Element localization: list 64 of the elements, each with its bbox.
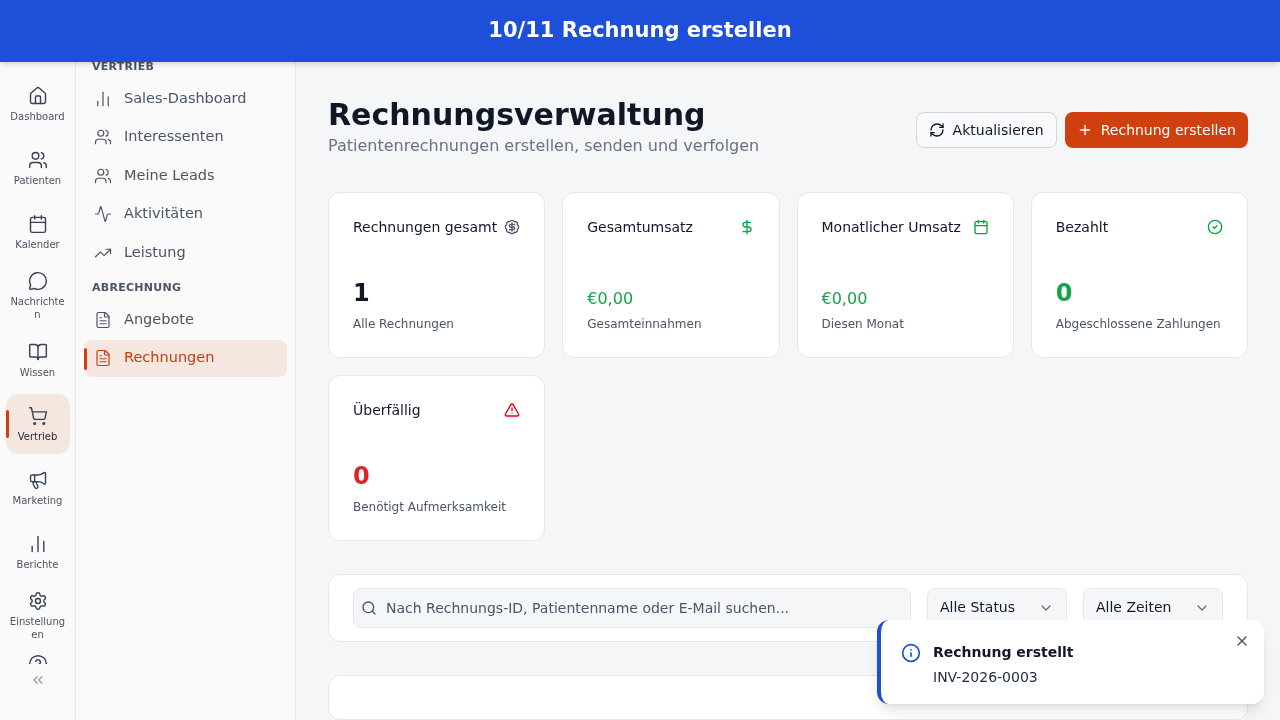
section-heading: ABRECHNUNG — [91, 283, 183, 293]
document-icon — [94, 349, 112, 367]
search-icon — [361, 599, 377, 616]
rail-item[interactable]: Berichte — [5, 522, 70, 582]
stat-title: Monatlicher Umsatz — [821, 218, 961, 237]
sidebar-item[interactable]: Sales-Dashboard — [84, 80, 287, 117]
active-indicator — [84, 347, 87, 370]
stat-value: 0 — [1055, 278, 1074, 309]
stat-caption: Abgeschlossene Zahlungen — [1055, 316, 1222, 333]
calendar-icon — [972, 219, 989, 235]
active-indicator — [5, 410, 9, 438]
calendar-icon — [27, 213, 48, 234]
rail-item[interactable]: Marketing — [5, 458, 70, 518]
rail-item[interactable]: Einstellungen — [5, 586, 70, 646]
stat-value: €0,00 — [821, 288, 869, 310]
create-invoice-button[interactable]: Rechnung erstellen — [1064, 112, 1248, 148]
sidebar-item[interactable]: Meine Leads — [84, 157, 287, 194]
toast-message: INV-2026-0003 — [933, 668, 1039, 687]
megaphone-icon — [27, 469, 48, 490]
dollar-badge-icon — [504, 219, 521, 235]
toast-title: Rechnung erstellt — [933, 643, 1074, 662]
search-field[interactable]: Nach Rechnungs-ID, Patientenname oder E-Mail suchen... — [353, 587, 911, 628]
check-circle-icon — [1207, 219, 1223, 235]
stat-caption: Gesamteinnahmen — [587, 316, 703, 333]
users-icon — [94, 128, 112, 146]
book-icon — [27, 341, 48, 362]
page-title: Rechnungsverwaltung — [328, 96, 707, 134]
settings-icon — [27, 591, 48, 611]
stat-caption: Alle Rechnungen — [353, 316, 455, 333]
stat-title: Rechnungen gesamt — [353, 218, 498, 237]
users-icon — [27, 149, 48, 170]
stat-value: 0 — [353, 461, 371, 492]
rail-item[interactable]: Patienten — [5, 138, 70, 198]
refresh-icon — [928, 122, 945, 138]
sidebar-item[interactable]: Aktivitäten — [84, 195, 287, 233]
document-icon — [94, 310, 112, 329]
stat-title: Überfällig — [353, 401, 421, 420]
info-icon — [901, 643, 921, 663]
banner-title: 10/11 Rechnung erstellen — [488, 17, 792, 45]
stat-value: 1 — [353, 278, 371, 309]
stat-caption: Diesen Monat — [821, 316, 905, 333]
stat-value: €0,00 — [587, 288, 635, 310]
stat-title: Bezahlt — [1055, 218, 1109, 237]
house-icon — [27, 85, 48, 106]
stat-title: Gesamtumsatz — [587, 218, 693, 237]
rail-item[interactable]: Vertrieb — [5, 394, 70, 454]
stat-caption: Benötigt Aufmerksamkeit — [353, 499, 507, 516]
section-heading: VERTRIEB — [91, 62, 156, 72]
speech-bubble-icon — [27, 271, 48, 291]
pulse-icon — [94, 205, 112, 223]
cart-icon — [27, 405, 48, 426]
rail-item[interactable]: Nachrichten — [5, 266, 70, 326]
page-subtitle: Patientenrechnungen erstellen, senden und verfolgen — [328, 135, 760, 157]
rail-item[interactable]: Wissen — [5, 330, 70, 390]
sidebar-item[interactable]: Interessenten — [84, 118, 287, 156]
sidebar-item[interactable]: Leistung — [84, 234, 287, 271]
warning-icon — [504, 402, 521, 418]
refresh-button[interactable]: Aktualisieren — [915, 112, 1057, 148]
rail-item[interactable]: Dashboard — [5, 74, 70, 134]
sidebar-item[interactable]: Rechnungen — [84, 339, 287, 377]
users-icon — [94, 166, 112, 185]
rail-item[interactable]: Kalender — [5, 202, 70, 262]
sidebar-item[interactable]: Angebote — [84, 301, 287, 338]
bar-chart-icon — [94, 89, 112, 108]
